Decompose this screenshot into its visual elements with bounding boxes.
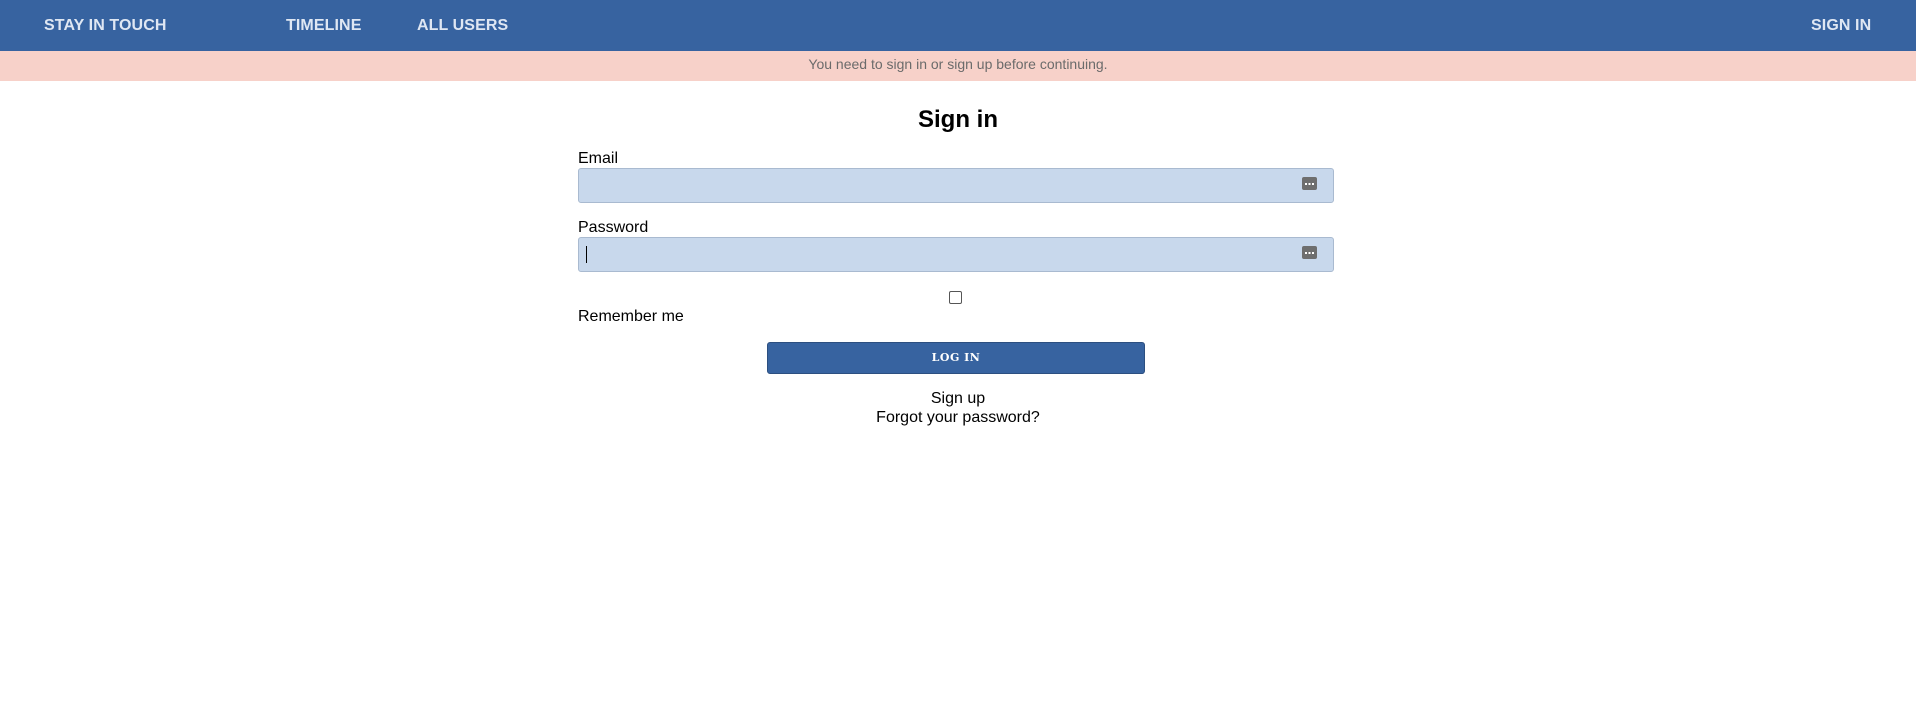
remember-me-checkbox[interactable] [949, 291, 962, 304]
log-in-button[interactable]: LOG IN [767, 342, 1145, 374]
page-title: Sign in [918, 106, 998, 133]
autofill-key-icon[interactable] [1302, 177, 1317, 190]
email-field[interactable] [578, 168, 1334, 203]
password-label: Password [578, 219, 649, 236]
autofill-key-icon[interactable] [1302, 246, 1317, 259]
sign-up-link[interactable]: Sign up [931, 390, 985, 407]
nav-link-all-users[interactable]: ALL USERS [417, 0, 508, 51]
text-caret [586, 246, 587, 263]
forgot-password-link[interactable]: Forgot your password? [876, 409, 1040, 426]
remember-me-label: Remember me [578, 308, 684, 325]
nav-link-sign-in[interactable]: SIGN IN [1811, 0, 1871, 51]
nav-link-timeline[interactable]: TIMELINE [286, 0, 361, 51]
sign-up-row: Sign up [0, 389, 1916, 409]
password-field[interactable] [578, 237, 1334, 272]
top-navbar: STAY IN TOUCH TIMELINE ALL USERS SIGN IN [0, 0, 1916, 51]
forgot-password-row: Forgot your password? [0, 408, 1916, 428]
alert-banner: You need to sign in or sign up before co… [0, 51, 1916, 81]
brand-link[interactable]: STAY IN TOUCH [44, 0, 167, 51]
email-label: Email [578, 150, 619, 167]
